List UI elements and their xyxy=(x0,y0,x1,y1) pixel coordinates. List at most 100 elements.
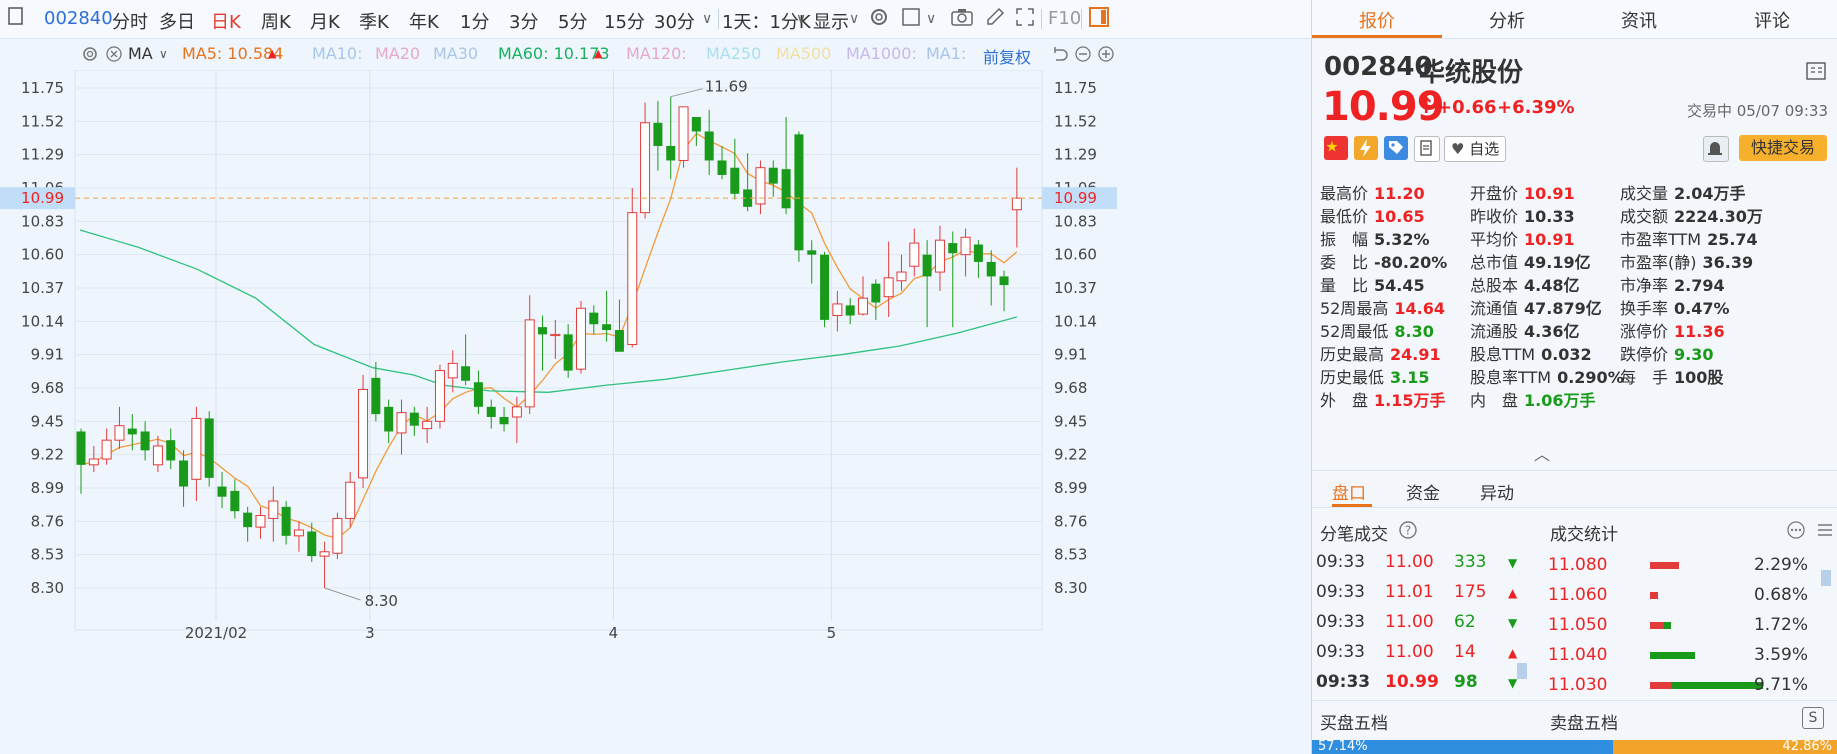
panel-toggle-icon[interactable] xyxy=(1088,6,1110,33)
candle-up xyxy=(152,445,163,466)
quick-trade-button[interactable]: 快捷交易 xyxy=(1739,135,1827,161)
lightning-icon[interactable] xyxy=(1354,136,1378,160)
tab-analysis[interactable]: 分析 xyxy=(1462,7,1552,33)
period-tab[interactable]: 季K xyxy=(359,8,389,34)
tag-icon[interactable] xyxy=(1384,136,1408,160)
chevron-down-icon[interactable]: ∨ xyxy=(702,11,712,27)
camera-icon[interactable] xyxy=(950,6,974,33)
candle-down xyxy=(973,244,983,262)
ma500-label[interactable]: MA500 xyxy=(776,44,831,63)
period-tab[interactable]: 年K xyxy=(409,8,439,34)
zoom-out-icon[interactable] xyxy=(1073,44,1093,68)
x-tick-label: 2021/02 xyxy=(185,624,247,642)
tick-time: 09:33 xyxy=(1316,642,1365,662)
ma-type-select[interactable]: MA xyxy=(128,44,153,63)
ma1-label[interactable]: MA1: xyxy=(926,44,966,63)
kline-chart[interactable]: 11.7511.7511.5211.5211.2911.2911.0611.06… xyxy=(0,70,1311,754)
stat-item: 开盘价 10.91 xyxy=(1470,180,1575,204)
candle-up xyxy=(511,406,522,418)
up-arrow-icon: ▲ xyxy=(594,47,603,60)
tab-quote[interactable]: 报价 xyxy=(1332,7,1422,33)
stat-item: 涨停价 11.36 xyxy=(1620,318,1725,342)
plot-area xyxy=(74,70,1043,631)
notes-icon[interactable] xyxy=(1414,136,1440,162)
period-tab[interactable]: 分时 xyxy=(112,8,148,34)
candle-down xyxy=(717,160,727,175)
tab-comments[interactable]: 评论 xyxy=(1727,7,1817,33)
fullscreen-icon[interactable] xyxy=(1014,6,1036,33)
swap-icon[interactable]: S xyxy=(1802,707,1824,729)
chevron-down-icon[interactable]: ∨ xyxy=(159,47,168,61)
quote-panel: 报价 分析 资讯 评论 002840 华统股份 10.99 ↑ +0.66 +6… xyxy=(1311,0,1837,754)
tab-orderbook[interactable]: 盘口 xyxy=(1332,479,1366,504)
ma20-label[interactable]: MA20 xyxy=(375,44,420,63)
zoom-in-icon[interactable] xyxy=(1096,44,1116,68)
chevron-down-icon[interactable]: ∨ xyxy=(926,11,936,27)
period-tab[interactable]: 1分 xyxy=(460,8,489,34)
sidebar-toggle-icon[interactable] xyxy=(8,6,24,31)
period-tab[interactable]: 月K xyxy=(310,8,340,34)
watchlist-label: 自选 xyxy=(1469,140,1500,158)
period-tab[interactable]: 3分 xyxy=(509,8,538,34)
period-tab[interactable]: 周K xyxy=(261,8,291,34)
draw-box-icon[interactable] xyxy=(900,6,922,33)
candle-down xyxy=(538,327,548,335)
stat-value: 14.64 xyxy=(1394,299,1445,318)
y-tick-label-right: 9.22 xyxy=(1054,446,1087,464)
period-tab[interactable]: 5分 xyxy=(558,8,587,34)
candle-down xyxy=(127,428,137,435)
ma250-label[interactable]: MA250 xyxy=(706,44,761,63)
china-flag-icon[interactable] xyxy=(1324,136,1348,160)
close-icon[interactable] xyxy=(104,44,124,68)
ma30-label[interactable]: MA30 xyxy=(433,44,478,63)
period-tab[interactable]: 多日 xyxy=(159,8,195,34)
y-tick-label-left: 11.52 xyxy=(21,112,64,130)
stock-code[interactable]: 002840 xyxy=(44,8,113,29)
ma1000-label[interactable]: MA1000: xyxy=(846,44,917,63)
scrollbar[interactable] xyxy=(1821,570,1831,586)
gear-icon[interactable] xyxy=(868,6,890,33)
tick-direction-icon: ▼ xyxy=(1508,556,1518,570)
add-watchlist-button[interactable]: ♥ 自选 xyxy=(1444,136,1506,162)
chevron-down-icon[interactable]: ∨ xyxy=(796,11,806,27)
ma120-label[interactable]: MA120: xyxy=(626,44,687,63)
stat-item: 振 幅 5.32% xyxy=(1320,226,1430,250)
adjust-select[interactable]: 前复权 xyxy=(983,44,1031,68)
stat-item: 股息TTM 0.032 xyxy=(1470,341,1592,365)
tab-news[interactable]: 资讯 xyxy=(1594,7,1684,33)
candle-up xyxy=(319,551,330,557)
candle-down xyxy=(871,283,881,303)
display-menu[interactable]: 显示 xyxy=(813,8,849,34)
stat-value: 2.04万手 xyxy=(1674,184,1746,203)
candle-up xyxy=(678,106,689,161)
tick-price: 11.01 xyxy=(1385,582,1434,602)
scrollbar[interactable] xyxy=(1517,663,1527,679)
candle-up xyxy=(1011,197,1022,211)
candle-down xyxy=(281,506,291,536)
period-tab[interactable]: 15分 xyxy=(604,8,645,34)
y-tick-label-left: 10.83 xyxy=(21,212,64,230)
period-tab-active[interactable]: 日K xyxy=(211,8,241,34)
help-icon[interactable]: ? xyxy=(1398,520,1418,544)
menu-icon[interactable] xyxy=(1806,62,1826,84)
stat-item: 成交额 2224.30万 xyxy=(1620,203,1763,227)
list-icon[interactable] xyxy=(1815,520,1835,544)
period-tab[interactable]: 30分 xyxy=(654,8,695,34)
tab-alerts[interactable]: 异动 xyxy=(1480,479,1514,504)
collapse-icon[interactable]: ︿ xyxy=(1534,441,1550,465)
undo-icon[interactable] xyxy=(1050,44,1070,68)
pencil-icon[interactable] xyxy=(984,6,1006,33)
bell-icon[interactable] xyxy=(1703,136,1729,162)
stat-value: 1.15万手 xyxy=(1374,391,1446,410)
settings-gear-icon[interactable] xyxy=(80,44,100,68)
tick-time: 09:33 xyxy=(1316,612,1365,632)
more-icon[interactable] xyxy=(1786,520,1806,544)
candle-down xyxy=(922,254,932,277)
stat-label: 历史最低 xyxy=(1320,368,1385,387)
chevron-down-icon[interactable]: ∨ xyxy=(849,11,859,27)
f10-button[interactable]: F10 xyxy=(1048,8,1081,29)
ma10-label[interactable]: MA10: xyxy=(312,44,363,63)
tab-funds[interactable]: 资金 xyxy=(1406,479,1440,504)
stat-label: 成交额 xyxy=(1620,207,1669,226)
stat-label: 每 手 xyxy=(1620,368,1669,387)
